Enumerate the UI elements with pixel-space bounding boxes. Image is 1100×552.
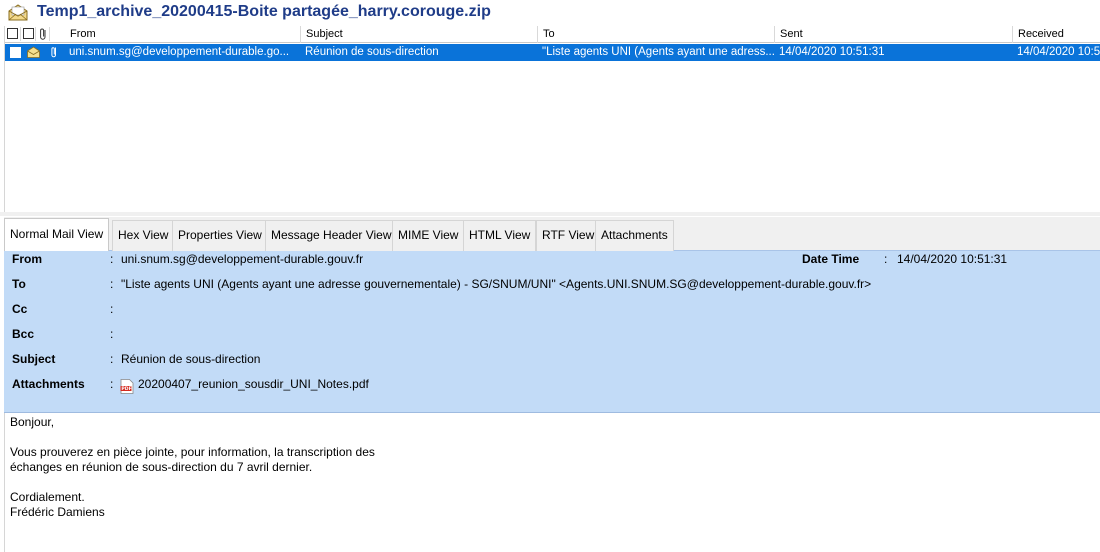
datetime-value: 14/04/2020 10:51:31 <box>897 252 1008 266</box>
column-from[interactable]: From <box>65 26 301 43</box>
column-to[interactable]: To <box>538 26 775 43</box>
read-status-column-icon[interactable] <box>21 27 36 41</box>
paperclip-icon <box>40 28 46 40</box>
to-colon: : <box>110 277 114 291</box>
tab-properties-view[interactable]: Properties View <box>172 220 268 251</box>
attachments-label: Attachments <box>12 377 85 391</box>
pdf-file-icon[interactable]: PDF <box>120 379 134 394</box>
bcc-colon: : <box>110 327 114 341</box>
to-value: "Liste agents UNI (Agents ayant une adre… <box>121 277 872 291</box>
tab-rtf-view[interactable]: RTF View <box>536 220 601 251</box>
open-envelope-icon <box>8 4 28 21</box>
tab-mime-view[interactable]: MIME View <box>392 220 465 251</box>
row-checkbox[interactable] <box>10 47 21 58</box>
from-label: From <box>12 252 42 266</box>
column-received[interactable]: Received <box>1013 26 1100 43</box>
body-line: échanges en réunion de sous-direction du… <box>10 460 313 474</box>
body-line: Frédéric Damiens <box>10 505 105 519</box>
tab-normal-mail-view[interactable]: Normal Mail View <box>4 218 110 251</box>
pane-splitter[interactable] <box>0 212 1100 216</box>
row-subject: Réunion de sous-direction <box>305 46 439 58</box>
paperclip-icon <box>51 47 56 58</box>
datetime-colon: : <box>884 252 888 266</box>
tab-attachments[interactable]: Attachments <box>595 220 674 251</box>
cc-colon: : <box>110 302 114 316</box>
subject-colon: : <box>110 352 114 366</box>
from-colon: : <box>110 252 114 266</box>
tab-html-view[interactable]: HTML View <box>463 220 537 251</box>
datetime-label: Date Time <box>802 252 860 266</box>
message-row[interactable]: uni.snum.sg@developpement-durable.go... … <box>5 44 1100 61</box>
subject-value: Réunion de sous-direction <box>121 352 261 366</box>
cc-label: Cc <box>12 302 28 316</box>
row-sent: 14/04/2020 10:51:31 <box>779 46 885 58</box>
window-title-bar: Temp1_archive_20200415-Boite partagée_ha… <box>0 0 1100 25</box>
attachment-column-icon[interactable] <box>36 27 50 41</box>
to-label: To <box>12 277 26 291</box>
row-from: uni.snum.sg@developpement-durable.go... <box>69 46 290 58</box>
from-value: uni.snum.sg@developpement-durable.gouv.f… <box>121 252 364 266</box>
select-all-checkbox[interactable] <box>7 27 21 41</box>
subject-label: Subject <box>12 352 56 366</box>
window-title: Temp1_archive_20200415-Boite partagée_ha… <box>37 3 491 20</box>
message-header-panel: From : uni.snum.sg@developpement-durable… <box>4 251 1100 413</box>
bcc-label: Bcc <box>12 327 35 341</box>
column-sent[interactable]: Sent <box>775 26 1013 43</box>
message-body[interactable]: Bonjour, Vous prouverez en pièce jointe,… <box>4 413 1100 552</box>
attachments-colon: : <box>110 377 114 391</box>
read-envelope-icon <box>27 46 40 58</box>
column-subject[interactable]: Subject <box>301 26 538 43</box>
view-tabs: Normal Mail View Hex View Properties Vie… <box>4 217 1100 251</box>
message-list[interactable]: From Subject To Sent Received uni.snum.s… <box>4 26 1100 212</box>
svg-text:PDF: PDF <box>121 386 131 392</box>
row-to: "Liste agents UNI (Agents ayant une adre… <box>542 46 775 58</box>
list-header: From Subject To Sent Received <box>5 26 1100 43</box>
attachment-link[interactable]: 20200407_reunion_sousdir_UNI_Notes.pdf <box>138 377 369 391</box>
body-line: Cordialement. <box>10 490 85 504</box>
tab-hex-view[interactable]: Hex View <box>112 220 175 251</box>
tab-message-header-view[interactable]: Message Header View <box>265 220 398 251</box>
body-line: Vous prouverez en pièce jointe, pour inf… <box>10 445 375 459</box>
body-line: Bonjour, <box>10 415 55 429</box>
row-received: 14/04/2020 10:51 <box>1017 46 1100 58</box>
